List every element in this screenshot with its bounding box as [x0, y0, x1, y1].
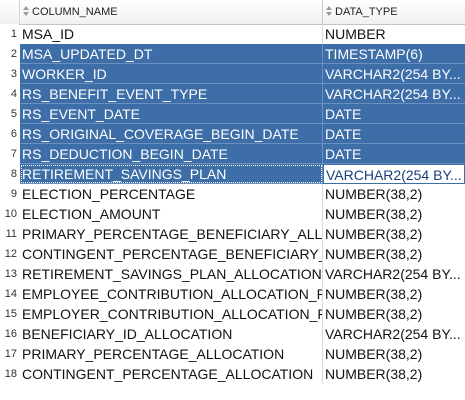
- data-type-cell[interactable]: VARCHAR2(254 BY...: [323, 164, 465, 184]
- column-name-header[interactable]: COLUMN_NAME: [20, 0, 323, 24]
- column-name-cell[interactable]: RS_BENEFIT_EVENT_TYPE: [20, 84, 323, 104]
- column-name-cell[interactable]: RETIREMENT_SAVINGS_PLAN_ALLOCATION: [20, 264, 323, 284]
- table-row[interactable]: 2 MSA_UPDATED_DT TIMESTAMP(6): [0, 44, 465, 64]
- column-name-cell[interactable]: RS_EVENT_DATE: [20, 104, 323, 124]
- data-type-cell[interactable]: NUMBER(38,2): [323, 364, 465, 384]
- row-number: 8: [0, 164, 19, 184]
- column-name-cell[interactable]: PRIMARY_PERCENTAGE_BENEFICIARY_ALLO...: [20, 224, 323, 244]
- table-row[interactable]: 7 RS_DEDUCTION_BEGIN_DATE DATE: [0, 144, 465, 164]
- data-type-cell[interactable]: NUMBER(38,2): [323, 344, 465, 364]
- data-type-cell[interactable]: NUMBER(38,2): [323, 204, 465, 224]
- table-row[interactable]: 13 RETIREMENT_SAVINGS_PLAN_ALLOCATION VARC…: [0, 264, 465, 284]
- row-number: 1: [0, 24, 19, 44]
- data-type-cell[interactable]: VARCHAR2(254 BY...: [323, 324, 465, 344]
- grid-rows: 1 MSA_ID NUMBER 2 MSA_UPDATED_DT TIMESTAMP(6)…: [0, 24, 465, 384]
- row-number: 17: [0, 344, 19, 364]
- data-type-cell[interactable]: NUMBER(38,2): [323, 184, 465, 204]
- column-name-cell[interactable]: PRIMARY_PERCENTAGE_ALLOCATION: [20, 344, 323, 364]
- column-name-cell[interactable]: WORKER_ID: [20, 64, 323, 84]
- grid-header: COLUMN_NAME DATA_TYPE: [0, 0, 465, 25]
- row-number-header: [0, 0, 20, 24]
- table-row[interactable]: 3 WORKER_ID VARCHAR2(254 BY...: [0, 64, 465, 84]
- column-name-cell[interactable]: CONTINGENT_PERCENTAGE_ALLOCATION: [20, 364, 323, 384]
- data-type-cell[interactable]: NUMBER(38,2): [323, 304, 465, 324]
- column-name-cell[interactable]: EMPLOYEE_CONTRIBUTION_ALLOCATION_P...: [20, 284, 323, 304]
- data-type-cell[interactable]: VARCHAR2(254 BY...: [323, 84, 465, 104]
- row-number: 16: [0, 324, 19, 344]
- row-number: 18: [0, 364, 19, 384]
- table-row[interactable]: 15 EMPLOYER_CONTRIBUTION_ALLOCATION_P... N…: [0, 304, 465, 324]
- row-number: 15: [0, 304, 19, 324]
- column-name-cell[interactable]: RS_ORIGINAL_COVERAGE_BEGIN_DATE: [20, 124, 323, 144]
- column-name-cell[interactable]: ELECTION_PERCENTAGE: [20, 184, 323, 204]
- row-number: 14: [0, 284, 19, 304]
- table-row[interactable]: 11 PRIMARY_PERCENTAGE_BENEFICIARY_ALLO...…: [0, 224, 465, 244]
- column-name-header-label: COLUMN_NAME: [32, 6, 118, 19]
- table-row[interactable]: 4 RS_BENEFIT_EVENT_TYPE VARCHAR2(254 BY...: [0, 84, 465, 104]
- data-type-cell[interactable]: TIMESTAMP(6): [323, 44, 465, 64]
- data-type-cell[interactable]: DATE: [323, 104, 465, 124]
- column-name-cell[interactable]: MSA_ID: [20, 24, 323, 44]
- column-name-cell[interactable]: RS_DEDUCTION_BEGIN_DATE: [20, 144, 323, 164]
- table-row[interactable]: 14 EMPLOYEE_CONTRIBUTION_ALLOCATION_P... N…: [0, 284, 465, 304]
- table-row[interactable]: 16 BENEFICIARY_ID_ALLOCATION VARCHAR2(254 …: [0, 324, 465, 344]
- row-number: 9: [0, 184, 19, 204]
- data-type-cell[interactable]: NUMBER(38,2): [323, 284, 465, 304]
- table-row[interactable]: 1 MSA_ID NUMBER: [0, 24, 465, 44]
- row-number: 2: [0, 44, 19, 64]
- row-number: 7: [0, 144, 19, 164]
- data-type-cell[interactable]: VARCHAR2(254 BY...: [323, 64, 465, 84]
- row-number: 6: [0, 124, 19, 144]
- sort-arrows-icon: [23, 6, 29, 17]
- column-name-cell[interactable]: RETIREMENT_SAVINGS_PLAN: [20, 164, 323, 184]
- row-number: 11: [0, 224, 19, 244]
- data-type-cell[interactable]: DATE: [323, 144, 465, 164]
- data-type-cell[interactable]: DATE: [323, 124, 465, 144]
- row-number: 5: [0, 104, 19, 124]
- column-grid: COLUMN_NAME DATA_TYPE 1 MSA_ID NUMBER 2 MSA_…: [0, 0, 465, 384]
- row-number: 10: [0, 204, 19, 224]
- row-number: 4: [0, 84, 19, 104]
- data-type-cell[interactable]: NUMBER(38,2): [323, 244, 465, 264]
- column-name-cell[interactable]: CONTINGENT_PERCENTAGE_BENEFICIARY_...: [20, 244, 323, 264]
- sort-arrows-icon: [326, 6, 332, 17]
- data-type-header-label: DATA_TYPE: [335, 6, 398, 19]
- table-row[interactable]: 17 PRIMARY_PERCENTAGE_ALLOCATION NUMBER(38…: [0, 344, 465, 364]
- data-type-header[interactable]: DATA_TYPE: [323, 0, 465, 24]
- data-type-cell[interactable]: NUMBER: [323, 24, 465, 44]
- column-name-cell[interactable]: ELECTION_AMOUNT: [20, 204, 323, 224]
- column-name-cell[interactable]: EMPLOYER_CONTRIBUTION_ALLOCATION_P...: [20, 304, 323, 324]
- row-number: 3: [0, 64, 19, 84]
- column-name-cell[interactable]: MSA_UPDATED_DT: [20, 44, 323, 64]
- row-number: 12: [0, 244, 19, 264]
- row-number: 13: [0, 264, 19, 284]
- table-row[interactable]: 6 RS_ORIGINAL_COVERAGE_BEGIN_DATE DATE: [0, 124, 465, 144]
- table-row[interactable]: 8 RETIREMENT_SAVINGS_PLAN VARCHAR2(254 BY.…: [0, 164, 465, 184]
- table-row[interactable]: 5 RS_EVENT_DATE DATE: [0, 104, 465, 124]
- table-row[interactable]: 12 CONTINGENT_PERCENTAGE_BENEFICIARY_... N…: [0, 244, 465, 264]
- table-row[interactable]: 9 ELECTION_PERCENTAGE NUMBER(38,2): [0, 184, 465, 204]
- table-row[interactable]: 18 CONTINGENT_PERCENTAGE_ALLOCATION NUMBER…: [0, 364, 465, 384]
- column-name-cell[interactable]: BENEFICIARY_ID_ALLOCATION: [20, 324, 323, 344]
- table-row[interactable]: 10 ELECTION_AMOUNT NUMBER(38,2): [0, 204, 465, 224]
- data-type-cell[interactable]: NUMBER(38,2): [323, 224, 465, 244]
- data-type-cell[interactable]: VARCHAR2(254 BY...: [323, 264, 465, 284]
